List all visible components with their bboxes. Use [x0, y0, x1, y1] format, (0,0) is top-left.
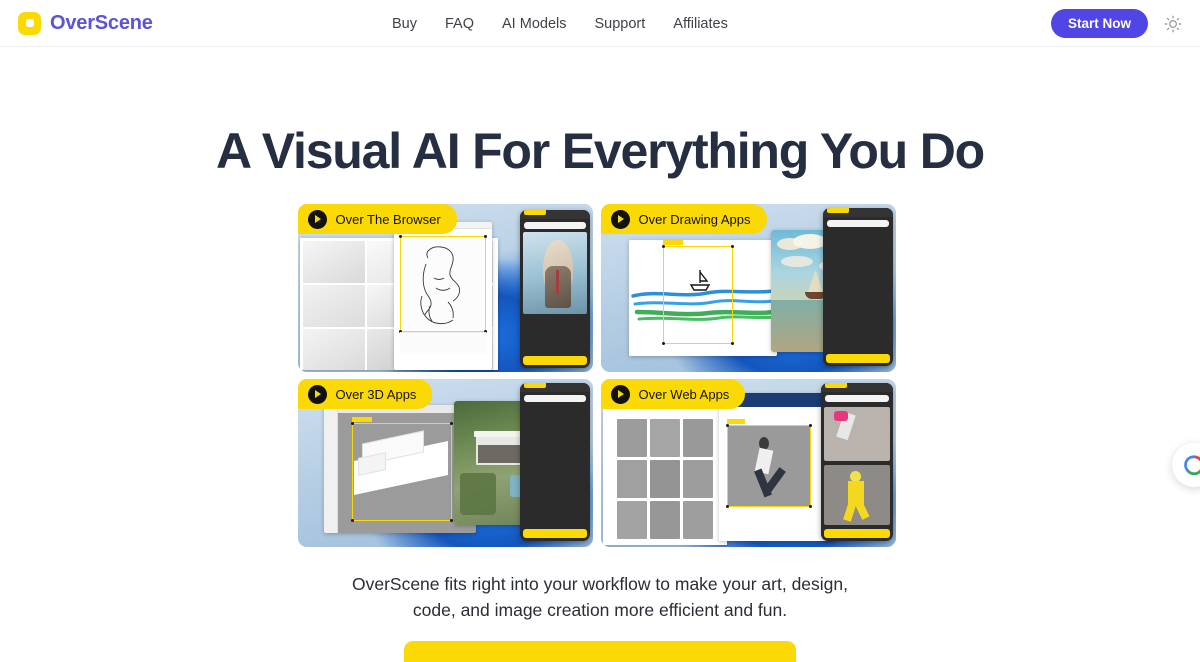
card-badge-over-drawing-apps[interactable]: Over Drawing Apps: [600, 204, 767, 234]
drawing-app-window: [628, 240, 777, 356]
card-badge-label: Over 3D Apps: [335, 386, 417, 402]
main-nav: Buy FAQ AI Models Support Affiliates: [392, 0, 728, 47]
page-title: A Visual AI For Everything You Do: [216, 123, 985, 179]
feature-card-over-web-apps[interactable]: Over Web Apps: [600, 379, 896, 547]
lineart-editor-window: [393, 222, 492, 370]
brand-logo[interactable]: OverScene: [18, 11, 153, 35]
hero-section: A Visual AI For Everything You Do Over T…: [0, 126, 1200, 662]
header-actions: Start Now: [1050, 0, 1184, 47]
hero-subtext: OverScene fits right into your workflow …: [290, 571, 910, 623]
card-badge-over-3d-apps[interactable]: Over 3D Apps: [297, 379, 433, 409]
play-icon: [610, 209, 630, 229]
start-now-button[interactable]: Start Now: [1050, 9, 1148, 38]
selection-box: [661, 245, 734, 345]
overscene-overlay-panel: [519, 383, 590, 541]
card-badge-over-web-apps[interactable]: Over Web Apps: [600, 379, 746, 409]
pose-library-window: [602, 409, 727, 545]
hero-cta-button[interactable]: [404, 641, 796, 662]
nav-item-buy[interactable]: Buy: [392, 16, 445, 32]
card-badge-label: Over The Browser: [335, 211, 441, 227]
play-icon: [307, 209, 327, 229]
hero-subtext-line-2: code, and image creation more efficient …: [412, 600, 788, 620]
overscene-overlay-panel: [820, 383, 893, 541]
selection-box: [350, 422, 453, 522]
feature-card-over-drawing-apps[interactable]: Over Drawing Apps: [600, 204, 896, 372]
feature-card-over-the-browser[interactable]: Over The Browser: [297, 204, 593, 372]
sun-icon[interactable]: [1162, 13, 1184, 35]
overscene-overlay-panel: [519, 210, 590, 368]
play-icon: [610, 384, 630, 404]
overscene-overlay-panel: [822, 208, 893, 366]
nav-item-faq[interactable]: FAQ: [445, 16, 502, 32]
card-badge-label: Over Drawing Apps: [638, 211, 751, 227]
play-icon: [307, 384, 327, 404]
pose-editor-window: [718, 393, 835, 541]
hero-subtext-line-1: OverScene fits right into your workflow …: [351, 574, 849, 594]
nav-item-affiliates[interactable]: Affiliates: [673, 16, 728, 32]
nav-item-support[interactable]: Support: [595, 16, 674, 32]
card-badge-label: Over Web Apps: [638, 386, 730, 402]
feature-card-over-3d-apps[interactable]: Over 3D Apps: [297, 379, 593, 547]
nav-item-ai-models[interactable]: AI Models: [502, 16, 594, 32]
rounded-square-logo-icon: [18, 11, 41, 35]
brand-name: OverScene: [50, 11, 153, 34]
site-header: OverScene Buy FAQ AI Models Support Affi…: [0, 0, 1200, 47]
feature-card-grid: Over The Browser Over Drawing Apps Over …: [297, 204, 903, 547]
card-badge-over-the-browser[interactable]: Over The Browser: [297, 204, 457, 234]
